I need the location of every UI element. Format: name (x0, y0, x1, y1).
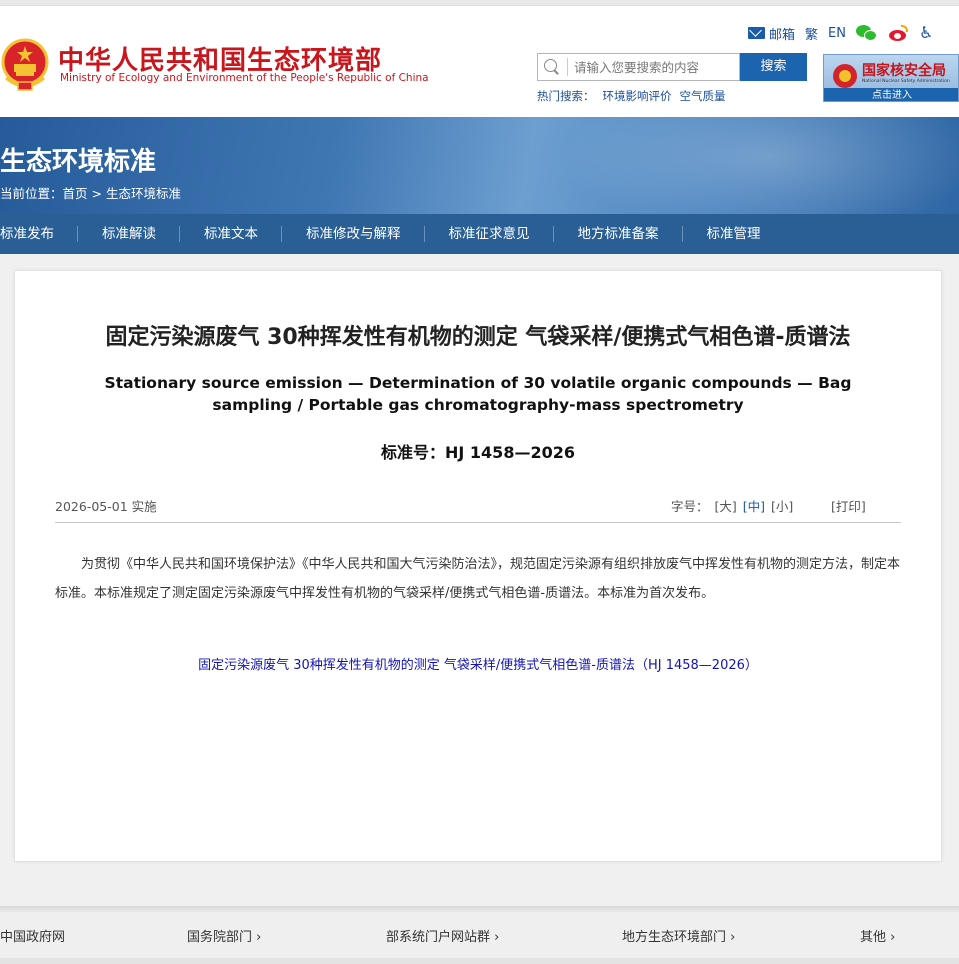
nav-item-standard-interpretation[interactable]: 标准解读 (78, 214, 180, 254)
section-banner: 生态环境标准 当前位置：首页 > 生态环境标准 (0, 117, 959, 214)
breadcrumb-separator: > (87, 186, 106, 201)
nav-item-standard-management[interactable]: 标准管理 (683, 214, 785, 254)
font-small-button[interactable]: [小] (771, 496, 793, 515)
mail-link[interactable]: 邮箱 (748, 24, 795, 43)
nav-item-standard-release[interactable]: 标准发布 (0, 214, 78, 254)
weibo-icon[interactable] (888, 24, 909, 42)
footer-link-local-departments[interactable]: 地方生态环境部门 › (622, 926, 735, 945)
nav-item-standard-text[interactable]: 标准文本 (180, 214, 282, 254)
traditional-chinese-link[interactable]: 繁 (805, 24, 818, 43)
site-logo-en[interactable]: Ministry of Ecology and Environment of t… (60, 72, 429, 84)
breadcrumb-label: 当前位置： (0, 186, 63, 201)
search-icon (544, 59, 560, 75)
breadcrumb: 当前位置：首页 > 生态环境标准 (0, 183, 181, 202)
article-card: 固定污染源废气 30种挥发性有机物的测定 气袋采样/便携式气相色谱-质谱法 St… (14, 270, 942, 862)
english-link[interactable]: EN (828, 26, 846, 41)
nav-item-standard-revision[interactable]: 标准修改与解释 (282, 214, 425, 254)
national-emblem-icon (1, 38, 49, 91)
mail-icon (748, 27, 765, 39)
nsa-emblem-icon (833, 64, 857, 88)
article-title-en: Stationary source emission — Determinati… (104, 374, 852, 414)
accessibility-icon[interactable]: ♿ (919, 24, 935, 42)
nav-item-local-standard-filing[interactable]: 地方标准备案 (554, 214, 683, 254)
font-medium-button[interactable]: [中] (743, 496, 765, 515)
hot-search-label: 热门搜索： (537, 89, 595, 103)
hot-search-term[interactable]: 环境影响评价 (603, 88, 672, 104)
nsa-subtitle: National Nuclear Safety Administration (862, 79, 950, 84)
site-header: 中华人民共和国生态环境部 Ministry of Ecology and Env… (0, 6, 959, 117)
standard-number: 标准号：HJ 1458—2026 (381, 443, 575, 462)
font-size-label: 字号： (671, 499, 709, 514)
section-title: 生态环境标准 (0, 147, 157, 177)
breadcrumb-home[interactable]: 首页 (63, 186, 88, 201)
search-box (537, 53, 740, 81)
top-links: 邮箱 繁 EN ♿ (748, 22, 935, 44)
search-button[interactable]: 搜索 (740, 53, 807, 81)
font-size-control: 字号： [大] [中] [小] (671, 496, 793, 515)
nav-item-standard-consultation[interactable]: 标准征求意见 (425, 214, 554, 254)
hot-searches: 热门搜索： 环境影响评价 空气质量 (537, 88, 726, 104)
footer-link-ministry-sites[interactable]: 部系统门户网站群 › (386, 926, 499, 945)
breadcrumb-current[interactable]: 生态环境标准 (106, 186, 181, 201)
main-nav: 标准发布 标准解读 标准文本 标准修改与解释 标准征求意见 地方标准备案 标准管… (0, 214, 959, 254)
standard-document-link[interactable]: 固定污染源废气 30种挥发性有机物的测定 气袋采样/便携式气相色谱-质谱法（HJ… (15, 654, 941, 673)
hot-search-term[interactable]: 空气质量 (680, 88, 726, 104)
article-title-cn: 固定污染源废气 30种挥发性有机物的测定 气袋采样/便携式气相色谱-质谱法 (105, 325, 851, 350)
footer-bottom-strip (0, 958, 959, 964)
search-input[interactable] (574, 54, 734, 80)
print-button[interactable]: [打印] (831, 496, 866, 515)
effective-date: 2026-05-01 实施 (55, 499, 157, 514)
footer-link-state-council[interactable]: 国务院部门 › (187, 926, 261, 945)
footer-link-others[interactable]: 其他 › (860, 926, 895, 945)
article-meta: 2026-05-01 实施 字号： [大] [中] [小] [打印] (55, 493, 901, 523)
site-footer: 中国政府网 国务院部门 › 部系统门户网站群 › 地方生态环境部门 › 其他 › (0, 912, 959, 958)
wechat-icon[interactable] (855, 24, 878, 42)
footer-link-gov[interactable]: 中国政府网 (0, 926, 65, 945)
search-divider (567, 58, 568, 76)
nsa-title: 国家核安全局 (862, 63, 946, 79)
mail-label: 邮箱 (769, 27, 796, 43)
article-body: 为贯彻《中华人民共和国环境保护法》《中华人民共和国大气污染防治法》，规范固定污染… (55, 557, 901, 601)
nsa-enter-label: 点击进入 (824, 88, 958, 101)
nsa-banner-link[interactable]: 国家核安全局 National Nuclear Safety Administr… (823, 54, 959, 102)
font-large-button[interactable]: [大] (715, 496, 737, 515)
